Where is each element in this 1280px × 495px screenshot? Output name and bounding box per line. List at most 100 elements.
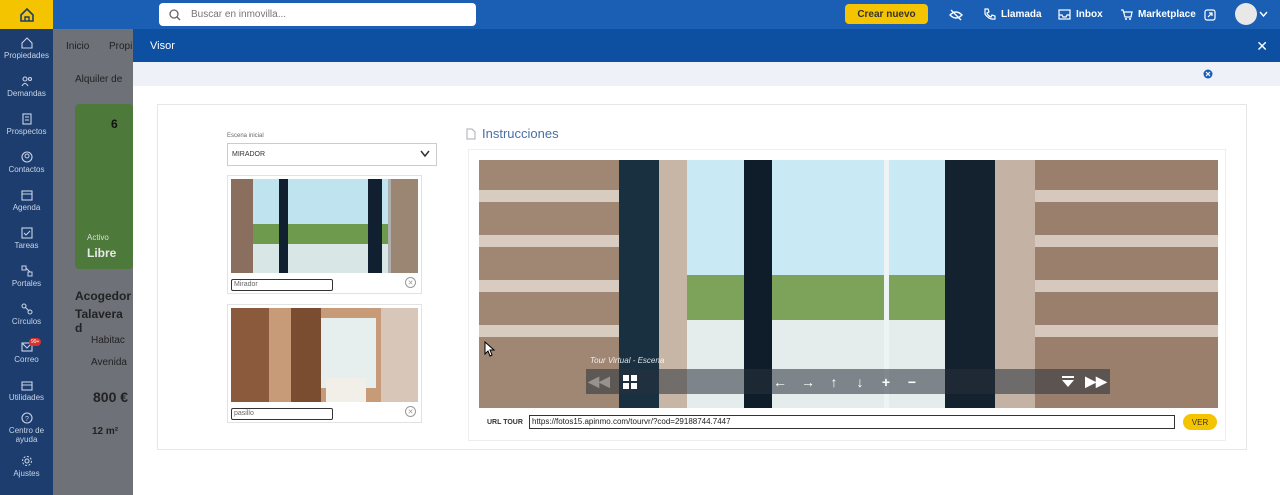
sidebar: Propiedades Demandas Prospectos Contacto… — [0, 29, 53, 495]
chevron-down-icon — [420, 150, 430, 158]
area-label: 12 m² — [92, 426, 119, 437]
portal-icon — [21, 265, 32, 276]
scene-thumbnail[interactable] — [231, 308, 418, 402]
sidebar-item-settings[interactable]: Ajustes — [0, 447, 53, 485]
search-icon — [169, 8, 181, 20]
search-input[interactable] — [191, 9, 451, 20]
mouse-cursor-icon — [484, 341, 496, 357]
sidebar-label: Círculos — [11, 316, 42, 326]
create-new-button[interactable]: Crear nuevo — [845, 4, 928, 24]
mail-badge: 99+ — [29, 338, 42, 346]
rooms-label: Habitac — [91, 335, 125, 346]
sidebar-label: Contactos — [8, 164, 45, 174]
gear-icon — [21, 455, 32, 466]
contact-icon — [20, 150, 33, 163]
visibility-toggle[interactable] — [949, 0, 963, 29]
scene-card-mirador[interactable]: Mirador ✕ — [227, 175, 422, 294]
zoom-in-icon[interactable]: + — [879, 369, 893, 394]
close-icon[interactable]: ✕ — [1256, 38, 1268, 55]
next-scene-icon[interactable]: ▶▶ — [1085, 369, 1107, 394]
sidebar-item-tasks[interactable]: Tareas — [0, 219, 53, 257]
phone-icon — [984, 8, 996, 20]
inbox-label: Inbox — [1076, 9, 1103, 20]
scene-card-pasillo[interactable]: pasillo ✕ — [227, 304, 422, 423]
pan-left-icon[interactable]: ← — [773, 369, 787, 394]
inbox-button[interactable]: Inbox — [1058, 0, 1103, 29]
pan-down-icon[interactable]: ↓ — [853, 369, 867, 394]
photo-count: 6 — [111, 117, 118, 131]
zoom-out-icon[interactable]: − — [905, 369, 919, 394]
sidebar-item-circles[interactable]: Círculos — [0, 295, 53, 333]
expand-icon[interactable] — [1203, 69, 1213, 79]
previous-scene-icon[interactable]: ◀◀ — [588, 369, 610, 394]
sidebar-label: Tareas — [14, 240, 39, 250]
modal-header: Visor ✕ — [133, 29, 1280, 62]
search-box[interactable] — [159, 3, 476, 26]
toolbox-icon — [20, 380, 33, 391]
pan-up-icon[interactable]: ↑ — [827, 369, 841, 394]
sidebar-label: Correo — [14, 354, 39, 364]
help-icon: ? — [20, 412, 33, 424]
status-free: Libre — [87, 246, 117, 260]
property-card[interactable]: 6 Activo Libre — [75, 104, 133, 269]
sidebar-label: Ajustes — [13, 468, 40, 478]
background-page: Inicio Propi Alquiler de 6 Activo Libre … — [53, 29, 133, 495]
top-bar: Crear nuevo Llamada Inbox Marketplace — [0, 0, 1280, 29]
scene-name-field[interactable]: Mirador — [231, 279, 333, 291]
cart-icon — [1121, 9, 1133, 20]
sidebar-label: Portales — [11, 278, 42, 288]
scene-name-field[interactable]: pasillo — [231, 408, 333, 420]
sidebar-label: Demandas — [7, 88, 46, 98]
pan-right-icon[interactable]: → — [801, 369, 815, 394]
sidebar-label: Prospectos — [6, 126, 47, 136]
url-tour-input[interactable]: https://fotos15.apinmo.com/tourvr/?cod=2… — [529, 415, 1175, 429]
scene-thumbnail[interactable] — [231, 179, 418, 273]
sidebar-item-agenda[interactable]: Agenda — [0, 181, 53, 219]
breadcrumb-next[interactable]: Propi — [109, 41, 132, 52]
initial-scene-select[interactable]: MIRADOR — [227, 143, 437, 166]
house-logo-icon — [19, 7, 34, 22]
sidebar-item-properties[interactable]: Propiedades — [0, 29, 53, 67]
address-label: Avenida — [91, 357, 127, 368]
sidebar-item-portals[interactable]: Portales — [0, 257, 53, 295]
sidebar-item-contacts[interactable]: Contactos — [0, 143, 53, 181]
hide-toolbar-icon[interactable] — [1060, 369, 1076, 394]
viewer-toolbar: ◀◀ ← → ↑ ↓ + − ▶▶ — [586, 369, 1110, 394]
remove-scene-icon[interactable]: ✕ — [405, 277, 416, 288]
svg-text:?: ? — [25, 416, 29, 423]
call-button[interactable]: Llamada — [983, 0, 1042, 29]
call-label: Llamada — [1001, 9, 1042, 20]
property-title-2: Talavera d — [75, 307, 123, 335]
sidebar-item-prospects[interactable]: Prospectos — [0, 105, 53, 143]
sidebar-item-utilities[interactable]: Utilidades — [0, 371, 53, 409]
sidebar-item-demands[interactable]: Demandas — [0, 67, 53, 105]
remove-scene-icon[interactable]: ✕ — [405, 406, 416, 417]
tour-viewer: Tour Virtual - Escena ◀◀ ← → ↑ ↓ + − ▶▶ … — [468, 149, 1226, 441]
chevron-down-icon[interactable] — [1259, 11, 1268, 18]
breadcrumb-home[interactable]: Inicio — [66, 41, 89, 52]
exchange-icon — [1204, 8, 1216, 21]
instructions-label: Instrucciones — [482, 126, 559, 141]
sidebar-item-help[interactable]: ? Centro de ayuda — [0, 409, 53, 447]
instructions-heading[interactable]: Instrucciones — [466, 126, 559, 141]
viewer-modal: Visor ✕ Escena inicial MIRADOR Mirador ✕ — [133, 29, 1280, 495]
modal-title: Visor — [150, 39, 175, 52]
app-logo[interactable] — [0, 0, 53, 29]
price-label: 800 € — [93, 389, 129, 405]
checkbox-icon — [20, 226, 33, 239]
panorama-view[interactable]: Tour Virtual - Escena ◀◀ ← → ↑ ↓ + − ▶▶ — [479, 160, 1218, 408]
document-icon — [466, 128, 476, 139]
user-avatar[interactable] — [1235, 3, 1257, 25]
modal-subbar — [133, 62, 1280, 86]
thumbnails-grid-icon[interactable] — [621, 369, 639, 394]
switch-button[interactable] — [1203, 0, 1217, 29]
sidebar-label: Utilidades — [8, 392, 45, 402]
sidebar-label: Centro de ayuda — [8, 426, 45, 444]
eye-off-icon — [949, 9, 963, 20]
users-icon — [21, 75, 32, 86]
sidebar-label: Agenda — [12, 202, 41, 212]
property-title-1: Acogedor — [75, 289, 132, 303]
view-tour-button[interactable]: VER — [1183, 414, 1217, 430]
marketplace-button[interactable]: Marketplace — [1120, 0, 1196, 29]
sidebar-item-mail[interactable]: 99+ Correo — [0, 333, 53, 371]
